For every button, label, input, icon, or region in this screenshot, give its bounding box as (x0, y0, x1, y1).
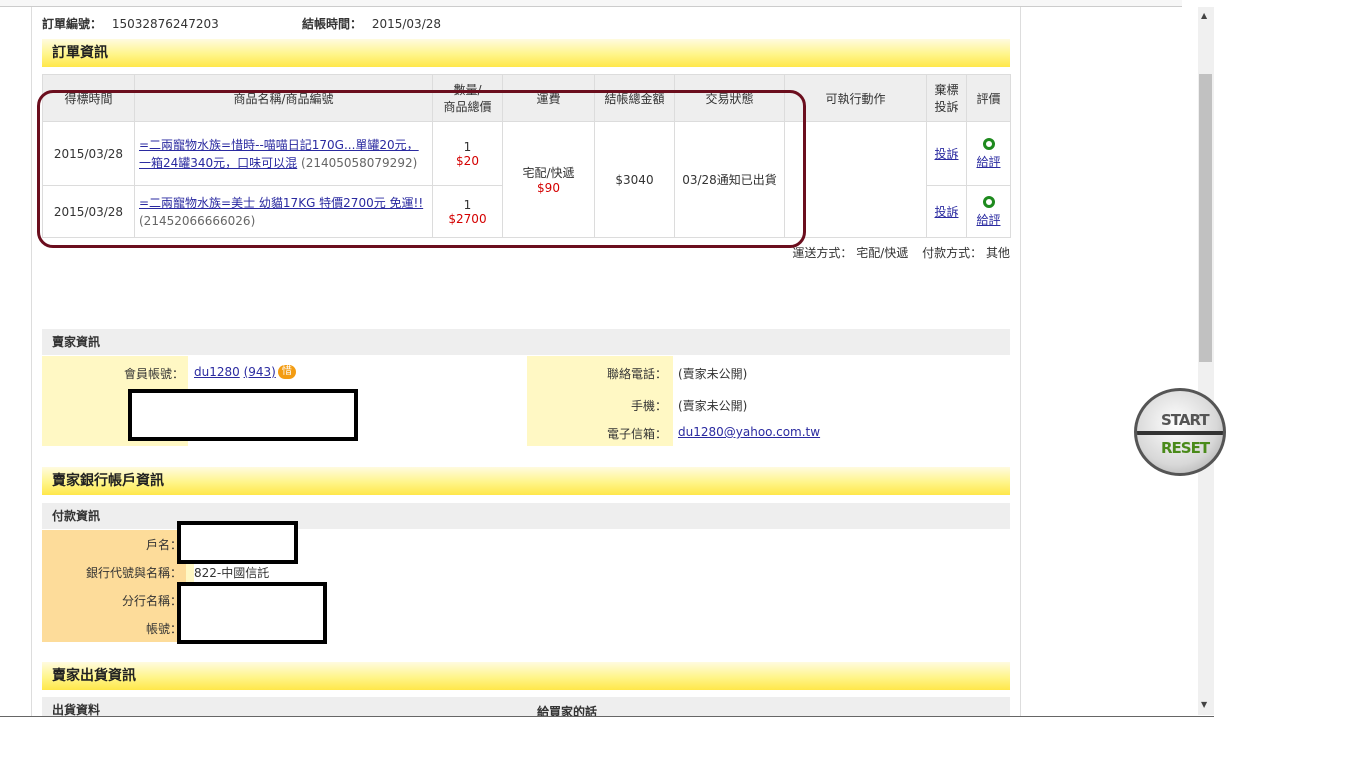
mobile-label: 手機： (630, 399, 667, 413)
col-rating: 評價 (966, 74, 1011, 122)
row-status: 03/28通知已出貨 (674, 121, 785, 238)
account-label: 會員帳號： (123, 367, 184, 381)
shipping-method: 宅配/快遞 (522, 166, 575, 180)
col-win-time: 得標時間 (42, 74, 135, 122)
row-qty: 1 (463, 139, 472, 154)
order-number-row: 訂單編號： 15032876247203 (42, 15, 219, 32)
redaction-box (177, 582, 327, 644)
to-buyer-header: 給買家的話 (537, 705, 598, 717)
complain-link[interactable]: 投訴 (934, 147, 958, 161)
col-product: 商品名稱/商品編號 (134, 74, 433, 122)
col-status: 交易狀態 (674, 74, 785, 122)
seller-badge-icon[interactable]: 惜 (277, 365, 296, 379)
checkout-time: 2015/03/28 (371, 17, 442, 31)
seller-score-link[interactable]: (943) (244, 365, 276, 379)
product-id: (21452066666026) (139, 213, 256, 228)
browser-viewport: 訂單編號： 15032876247203 結帳時間： 2015/03/28 訂單… (0, 0, 1214, 717)
row-complain: 投訴 (926, 185, 967, 238)
rate-link[interactable]: 給評 (976, 155, 1000, 169)
row-product: =二兩寵物水族=美士 幼貓17KG 特價2700元 免運!! (21452066… (134, 185, 433, 238)
row-shipping: 宅配/快遞 $90 (502, 121, 595, 238)
row-date: 2015/03/28 (42, 185, 135, 238)
scrollbar-thumb[interactable] (1199, 74, 1212, 362)
start-label: START (1161, 411, 1210, 429)
seller-info-header: 賣家資訊 (42, 329, 1010, 355)
bank-code-value: 822-中國信託 (194, 566, 270, 580)
row-complain: 投訴 (926, 121, 967, 186)
order-summary: 運送方式： 宅配/快遞 付款方式： 其他 (792, 244, 1010, 261)
col-abandon-line2: 投訴 (934, 100, 959, 114)
phone-value: (賣家未公開) (678, 367, 748, 381)
row-rate: 給評 (966, 185, 1011, 238)
bank-code-label: 銀行代號與名稱： (85, 566, 182, 580)
product-link[interactable]: =二兩寵物水族=美士 幼貓17KG 特價2700元 免運!! (139, 196, 423, 210)
seller-account-link[interactable]: du1280 (194, 365, 240, 379)
order-number-label: 訂單編號： (42, 17, 103, 31)
email-link[interactable]: du1280@yahoo.com.tw (678, 425, 820, 439)
table-row: 2015/03/28 =二兩寵物水族=惜時--喵喵日記170G...單罐20元，… (42, 121, 1011, 238)
row-price: $20 (456, 153, 479, 168)
branch-label: 分行名稱： (121, 594, 182, 608)
mobile-value: (賣家未公開) (678, 399, 748, 413)
seller-account: du1280 (943) 惜 (194, 365, 296, 379)
redaction-box (128, 389, 358, 441)
row-price: $2700 (448, 211, 487, 226)
payment-method: 其他 (985, 246, 1010, 260)
row-qty: 1 (463, 197, 472, 212)
good-rating-icon (982, 195, 995, 208)
row-total: $3040 (594, 121, 675, 238)
order-items-table: 得標時間 商品名稱/商品編號 數量/商品總價 運費 結帳總金額 交易狀態 可執行… (42, 74, 1011, 238)
col-total: 結帳總金額 (594, 74, 675, 122)
col-abandon: 棄標 投訴 (926, 74, 967, 122)
col-shipping: 運費 (502, 74, 595, 122)
top-border (0, 0, 1182, 7)
checkout-time-row: 結帳時間： 2015/03/28 (302, 15, 441, 32)
order-number: 15032876247203 (111, 17, 219, 31)
product-id: (21405058079292) (301, 155, 418, 170)
table-header-row: 得標時間 商品名稱/商品編號 數量/商品總價 運費 結帳總金額 交易狀態 可執行… (42, 74, 1011, 122)
row-date: 2015/03/28 (42, 121, 135, 186)
checkout-time-label: 結帳時間： (302, 17, 363, 31)
ship-data-header: 出貨資料 (42, 697, 1010, 716)
reset-label: RESET (1161, 439, 1210, 457)
row-rate: 給評 (966, 121, 1011, 186)
email-label: 電子信箱： (606, 427, 667, 441)
redaction-box (177, 521, 298, 564)
scroll-up-icon[interactable]: ▲ (1201, 11, 1207, 20)
seller-bank-header: 賣家銀行帳戶資訊 (42, 467, 1010, 495)
col-qty: 數量/商品總價 (432, 74, 503, 122)
button-divider (1137, 431, 1223, 435)
row-qty-price: 1 $20 (432, 121, 503, 186)
rate-link[interactable]: 給評 (976, 213, 1000, 227)
bank-account-label: 帳號： (145, 622, 182, 636)
phone-label: 聯絡電話： (606, 367, 667, 381)
scroll-down-icon[interactable]: ▼ (1201, 700, 1207, 709)
complain-link[interactable]: 投訴 (934, 205, 958, 219)
row-qty-price: 1 $2700 (432, 185, 503, 238)
account-name-label: 戶名： (145, 538, 182, 552)
start-reset-button[interactable]: START RESET (1134, 388, 1226, 476)
delivery-method: 宅配/快遞 (856, 246, 909, 260)
col-abandon-line1: 棄標 (934, 83, 959, 97)
order-info-header: 訂單資訊 (42, 39, 1010, 67)
good-rating-icon (982, 137, 995, 150)
shipping-fee: $90 (537, 181, 560, 195)
col-qty-line2: 商品總價 (443, 100, 492, 114)
col-qty-line1: 數量/ (453, 83, 482, 97)
col-actions: 可執行動作 (784, 74, 927, 122)
seller-ship-header: 賣家出貨資訊 (42, 662, 1010, 690)
email-value: du1280@yahoo.com.tw (678, 425, 820, 439)
payment-label: 付款方式： (922, 246, 983, 260)
row-product: =二兩寵物水族=惜時--喵喵日記170G...單罐20元，一箱24罐340元，口… (134, 121, 433, 186)
row-actions (784, 121, 927, 238)
delivery-label: 運送方式： (792, 246, 853, 260)
